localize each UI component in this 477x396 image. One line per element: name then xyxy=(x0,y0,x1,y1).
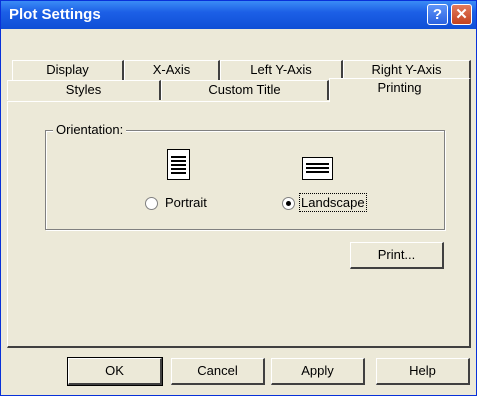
landscape-radio-label[interactable]: Landscape xyxy=(299,193,367,212)
tab-custom-title[interactable]: Custom Title xyxy=(161,80,329,100)
close-title-button[interactable]: ✕ xyxy=(451,4,472,25)
help-icon: ? xyxy=(432,6,443,23)
tab-label: Left Y-Axis xyxy=(250,62,312,77)
tab-label: Right Y-Axis xyxy=(371,62,442,77)
tab-styles[interactable]: Styles xyxy=(7,80,161,100)
portrait-radio-label[interactable]: Portrait xyxy=(165,195,207,210)
tab-printing[interactable]: Printing xyxy=(329,78,471,102)
close-icon: ✕ xyxy=(455,6,468,23)
portrait-radio[interactable] xyxy=(145,197,158,210)
landscape-radio[interactable] xyxy=(282,197,295,210)
tab-x-axis[interactable]: X-Axis xyxy=(124,60,220,80)
help-title-button[interactable]: ? xyxy=(427,4,448,25)
plot-settings-dialog: Plot Settings ? ✕ Display X-Axis Left Y-… xyxy=(0,0,477,396)
tab-right-y-axis[interactable]: Right Y-Axis xyxy=(343,60,471,80)
landscape-document-icon xyxy=(302,157,333,180)
apply-button[interactable]: Apply xyxy=(271,358,365,385)
print-button[interactable]: Print... xyxy=(350,242,444,269)
orientation-group-label: Orientation: xyxy=(53,122,127,137)
title-bar: Plot Settings ? ✕ xyxy=(1,1,476,29)
portrait-document-icon xyxy=(167,149,190,180)
tab-display[interactable]: Display xyxy=(12,60,124,80)
tab-label: X-Axis xyxy=(152,62,191,77)
cancel-button[interactable]: Cancel xyxy=(171,358,265,385)
tab-label: Custom Title xyxy=(208,82,281,97)
tab-left-y-axis[interactable]: Left Y-Axis xyxy=(220,60,343,80)
ok-button[interactable]: OK xyxy=(67,357,163,386)
window-title: Plot Settings xyxy=(9,6,101,23)
tab-label: Styles xyxy=(65,82,102,97)
tab-label: Printing xyxy=(377,80,422,95)
orientation-group xyxy=(45,130,445,230)
help-button[interactable]: Help xyxy=(376,358,470,385)
tab-label: Display xyxy=(46,62,89,77)
